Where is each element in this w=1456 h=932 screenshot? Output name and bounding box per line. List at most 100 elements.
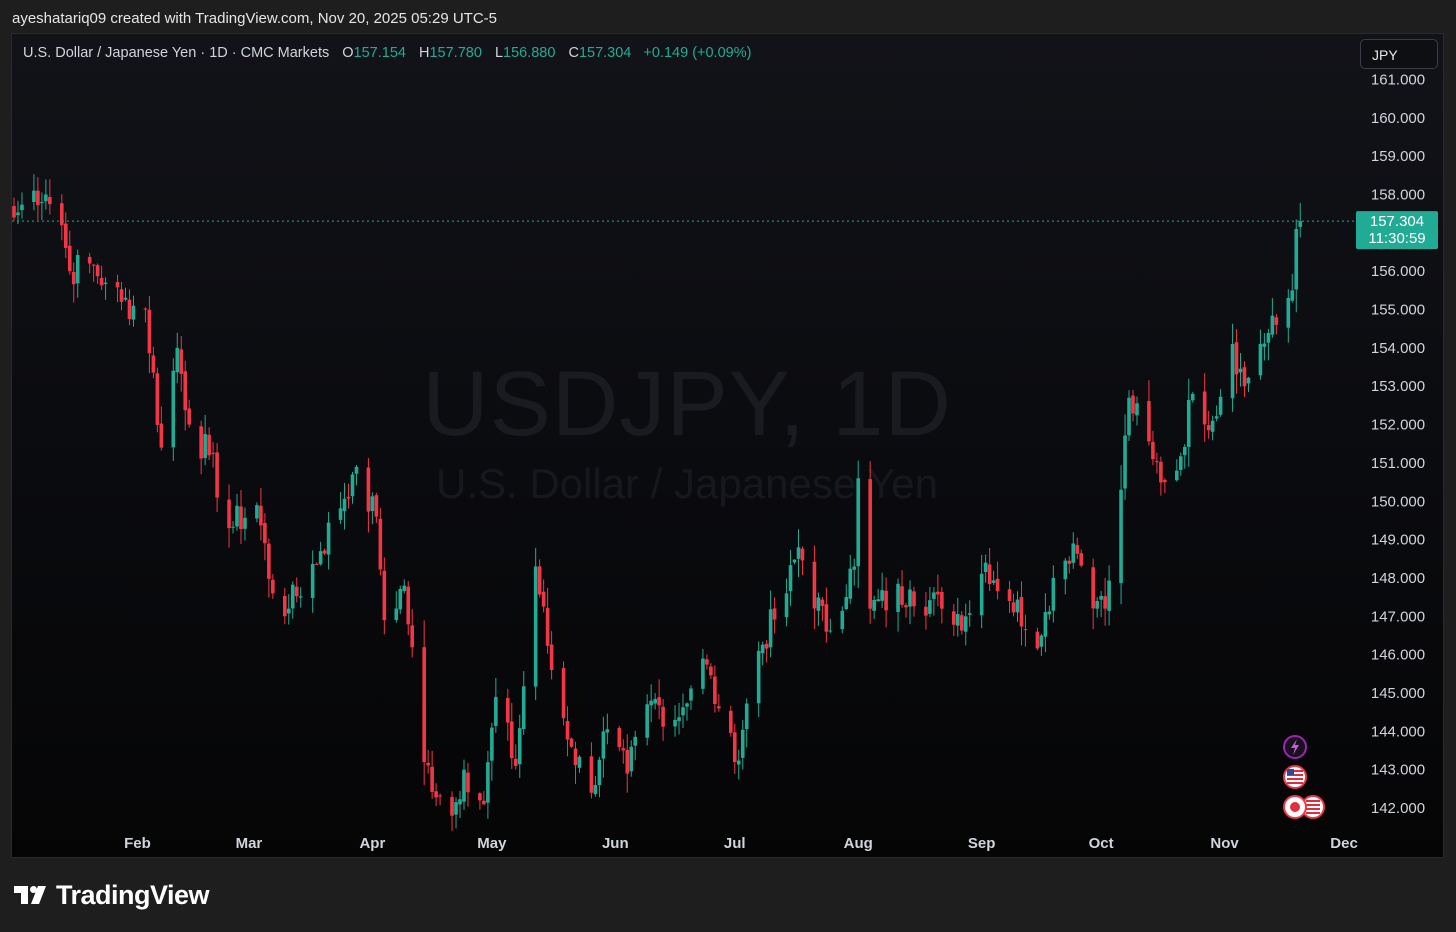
candle-body[interactable] (267, 543, 271, 579)
candle-body[interactable] (290, 584, 295, 609)
candle-body[interactable] (215, 452, 219, 498)
candle-body[interactable] (509, 721, 514, 759)
candle-body[interactable] (848, 568, 853, 599)
candle-body[interactable] (653, 699, 657, 704)
candle-body[interactable] (1262, 343, 1267, 347)
candle-body[interactable] (884, 590, 888, 611)
candle-body[interactable] (458, 799, 462, 805)
candle-body[interactable] (784, 593, 789, 618)
candle-body[interactable] (657, 697, 661, 706)
candle-body[interactable] (681, 707, 685, 716)
candle-body[interactable] (1011, 602, 1016, 613)
candle-body[interactable] (95, 265, 100, 277)
candle-body[interactable] (482, 800, 486, 805)
candle-body[interactable] (1175, 470, 1179, 481)
candle-body[interactable] (1182, 446, 1187, 456)
candle-body[interactable] (450, 797, 454, 816)
candle-body[interactable] (1190, 393, 1195, 401)
candle-body[interactable] (187, 408, 192, 425)
candle-body[interactable] (67, 245, 72, 272)
candle-body[interactable] (406, 586, 411, 625)
candle-body[interactable] (259, 505, 263, 526)
candle-body[interactable] (736, 760, 741, 765)
candle-body[interactable] (689, 688, 693, 701)
candle-body[interactable] (561, 668, 566, 719)
candle-body[interactable] (227, 499, 231, 529)
candle-body[interactable] (713, 676, 717, 704)
candle-body[interactable] (263, 522, 267, 544)
candle-body[interactable] (1079, 553, 1084, 566)
candle-body[interactable] (621, 748, 626, 751)
candle-body[interactable] (936, 591, 940, 595)
candle-body[interactable] (1095, 600, 1099, 609)
candle-body[interactable] (573, 748, 578, 766)
candle-body[interactable] (732, 732, 737, 763)
candle-body[interactable] (346, 496, 351, 499)
candle-body[interactable] (1075, 544, 1080, 554)
candle-body[interactable] (533, 566, 538, 687)
candle-body[interactable] (12, 205, 16, 218)
candle-body[interactable] (521, 686, 526, 730)
candle-body[interactable] (20, 204, 24, 211)
candle-body[interactable] (1123, 435, 1127, 489)
candle-body[interactable] (454, 802, 458, 815)
candle-body[interactable] (1230, 344, 1235, 399)
candle-body[interactable] (179, 349, 184, 374)
candle-body[interactable] (36, 190, 40, 206)
candle-body[interactable] (207, 434, 211, 456)
candle-body[interactable] (876, 599, 880, 602)
candle-body[interactable] (398, 589, 403, 610)
candle-body[interactable] (243, 517, 247, 529)
candle-body[interactable] (318, 551, 323, 565)
candle-body[interactable] (852, 566, 857, 570)
candle-body[interactable] (633, 736, 638, 746)
candle-body[interactable] (701, 658, 705, 689)
candle-body[interactable] (1099, 595, 1103, 600)
candle-body[interactable] (517, 728, 522, 765)
candle-body[interactable] (338, 508, 343, 520)
candle-body[interactable] (59, 203, 64, 226)
candle-body[interactable] (1063, 560, 1068, 580)
candle-body[interactable] (326, 522, 331, 555)
candle-body[interactable] (772, 608, 777, 620)
candle-body[interactable] (422, 647, 426, 763)
candle-body[interactable] (32, 190, 36, 202)
candle-body[interactable] (816, 597, 821, 611)
candle-body[interactable] (1007, 589, 1012, 601)
candle-body[interactable] (1147, 401, 1151, 442)
candle-body[interactable] (239, 506, 243, 529)
candle-body[interactable] (796, 547, 801, 559)
candle-body[interactable] (717, 706, 721, 709)
candle-body[interactable] (1186, 399, 1191, 447)
candle-body[interactable] (231, 526, 235, 528)
candle-body[interactable] (1051, 577, 1056, 611)
candle-body[interactable] (430, 766, 434, 792)
candle-body[interactable] (235, 505, 239, 527)
candle-body[interactable] (48, 196, 52, 205)
candle-body[interactable] (788, 565, 793, 592)
candle-body[interactable] (342, 498, 347, 512)
candle-body[interactable] (63, 223, 68, 248)
currency-button[interactable]: JPY (1360, 39, 1438, 69)
candle-body[interactable] (1270, 315, 1275, 335)
candle-body[interactable] (1127, 397, 1131, 436)
candle-body[interactable] (354, 466, 359, 474)
candle-body[interactable] (967, 613, 972, 615)
candle-body[interactable] (1202, 391, 1207, 425)
candle-body[interactable] (1035, 631, 1040, 649)
candlestick-chart[interactable]: 142.000 143.000 144.000 145.000 146.000 147.0… (12, 34, 1444, 858)
candle-body[interactable] (685, 703, 689, 707)
candle-body[interactable] (661, 706, 665, 727)
candle-body[interactable] (756, 650, 761, 704)
candle-body[interactable] (625, 749, 630, 774)
candle-body[interactable] (1159, 461, 1163, 483)
candle-body[interactable] (820, 599, 825, 606)
candle-body[interactable] (199, 426, 203, 459)
candle-body[interactable] (744, 703, 749, 730)
candle-body[interactable] (800, 548, 805, 561)
candle-body[interactable] (880, 590, 884, 601)
candle-body[interactable] (99, 277, 104, 286)
candle-body[interactable] (494, 696, 498, 726)
candle-body[interactable] (963, 616, 968, 632)
candle-body[interactable] (951, 611, 956, 625)
